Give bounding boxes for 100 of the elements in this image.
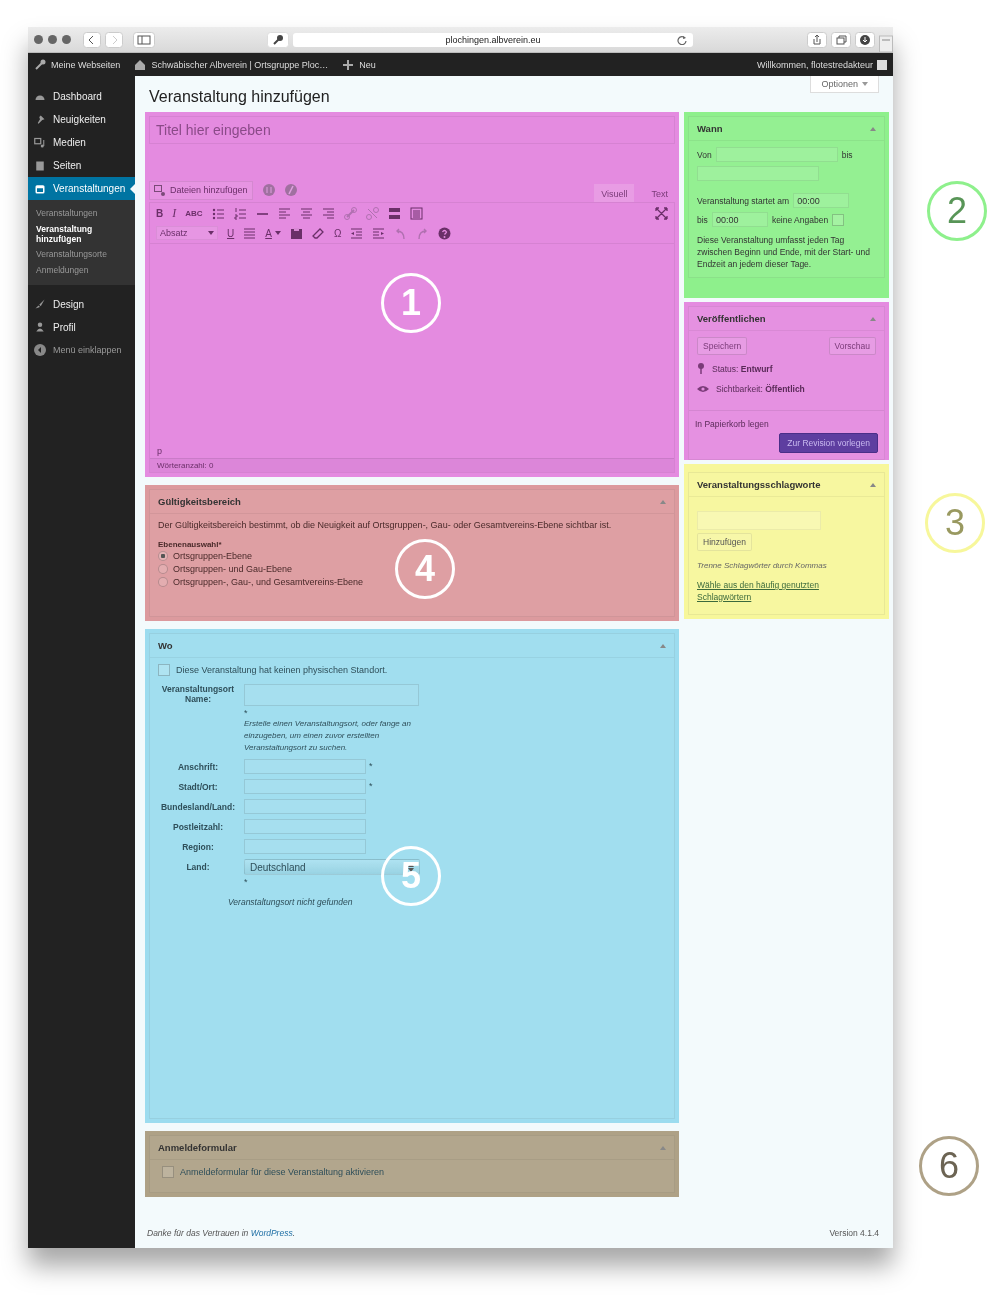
sidebar-item[interactable]: Neuigkeiten [28, 108, 135, 131]
add-media-button[interactable]: Dateien hinzufügen [149, 180, 253, 200]
format-button[interactable]: I [172, 206, 177, 220]
sidebar-item[interactable]: Veranstaltungen [28, 177, 135, 200]
eraser-icon[interactable] [311, 226, 325, 240]
clipboard-icon[interactable] [289, 226, 303, 240]
sidebar-item[interactable]: Dashboard [28, 85, 135, 108]
format-button[interactable]: Ω [333, 226, 342, 240]
hint-text: Trenne Schlagwörter durch Kommas [697, 561, 828, 570]
download-icon[interactable] [855, 31, 875, 48]
justify-icon[interactable] [243, 226, 257, 240]
step-number-marker: 3 [925, 492, 985, 553]
radio-button[interactable] [158, 550, 168, 561]
align-right-icon[interactable] [321, 206, 335, 220]
step-number-marker: 1 [381, 272, 441, 333]
field-label: Veranstaltung startet am [697, 195, 790, 206]
box-title: Veranstaltungsschlagworte [697, 479, 821, 490]
footer-thanks-text: Danke für das Vertrauen in [147, 1228, 250, 1238]
greeting-link[interactable]: Willkommen, flotestredakteur [756, 59, 873, 70]
format-button[interactable]: ABC [185, 206, 203, 220]
checkbox[interactable] [832, 213, 845, 226]
save-draft-button[interactable]: Speichern [697, 337, 748, 355]
radio-button[interactable] [158, 576, 168, 587]
collapse-arrow-icon[interactable] [660, 643, 666, 648]
media-icon [34, 136, 46, 149]
field-label: Von [697, 149, 712, 160]
key-icon[interactable] [267, 31, 289, 48]
submit-review-button[interactable]: Zur Revision vorlegen [779, 433, 878, 453]
page-title: Veranstaltung hinzufügen [149, 88, 330, 106]
submenu-item[interactable]: Veranstaltungsorte [28, 247, 135, 264]
options-button[interactable]: Optionen [810, 76, 879, 93]
user-icon [34, 321, 46, 334]
numbered-list-icon[interactable] [233, 206, 247, 220]
toolbar-link[interactable]: Neu [342, 58, 376, 71]
collapse-arrow-icon[interactable] [660, 1145, 666, 1150]
field-label: keine Angaben [771, 214, 829, 225]
plus-icon [342, 58, 355, 71]
step-number-marker: 5 [381, 846, 441, 906]
version-text: Version 4.1.4 [829, 1228, 879, 1238]
add-tag-button[interactable]: Hinzufügen [697, 533, 752, 551]
status-text: Veranstaltungsort nicht gefunden [228, 897, 354, 907]
tag-cloud-link[interactable]: Wähle aus den häufig genutzten Schlagwörtern [697, 580, 837, 604]
page-icon [34, 159, 46, 172]
checkbox[interactable] [158, 664, 170, 676]
box-title: Veröffentlichen [697, 313, 766, 324]
tabs-icon[interactable] [831, 31, 851, 48]
option-label: Ortsgruppen-Ebene [173, 550, 253, 561]
fullscreen-icon[interactable] [655, 206, 668, 220]
indent-icon[interactable] [372, 226, 386, 240]
radio-button[interactable] [158, 563, 168, 574]
editor-tab[interactable]: Visuell [594, 184, 635, 202]
plugin-icon[interactable] [262, 184, 275, 196]
field-label: Bundesland/Land: [159, 801, 237, 812]
trash-link[interactable]: In Papierkorb legen [695, 419, 769, 429]
sidebar-item[interactable]: Seiten [28, 154, 135, 177]
field-label: Ebenenauswahl* [158, 540, 223, 549]
toolbar-link[interactable]: Schwäbischer Albverein | Ortsgruppe Ploc… [134, 58, 329, 71]
bullet-list-icon[interactable] [211, 206, 225, 220]
format-button[interactable]: A [265, 226, 272, 240]
undo-icon[interactable] [394, 226, 408, 240]
submenu-item[interactable]: Veranstaltungen [28, 206, 135, 222]
format-dropdown[interactable]: Absatz [156, 226, 218, 240]
sidebar-item[interactable]: Design [28, 292, 135, 316]
collapse-arrow-icon[interactable] [870, 316, 876, 321]
align-left-icon[interactable] [277, 206, 291, 220]
outdent-icon[interactable] [350, 226, 364, 240]
box-title: Gültigkeitsbereich [158, 496, 241, 507]
address-bar[interactable]: plochingen.albverein.eu [293, 32, 693, 47]
sidebar-icon[interactable] [133, 31, 155, 48]
preview-button[interactable]: Vorschau [828, 337, 876, 355]
submenu-item[interactable]: Veranstaltung hinzufügen [28, 221, 135, 248]
share-icon[interactable] [807, 31, 827, 48]
sidebar-item[interactable]: Profil [28, 315, 135, 339]
checkbox[interactable] [162, 1166, 174, 1178]
collapse-arrow-icon[interactable] [870, 126, 876, 131]
status-text: Status: Entwurf [712, 363, 773, 374]
collapse-arrow-icon[interactable] [660, 499, 666, 504]
collapse-arrow-icon[interactable] [870, 482, 876, 487]
footer-punctuation: . [292, 1228, 296, 1238]
link-icon[interactable] [343, 206, 357, 220]
help-icon[interactable] [438, 226, 452, 240]
avatar-icon[interactable] [877, 59, 887, 70]
note-text: Diese Veranstaltung umfasst jeden Tag zwischen Beginn und Ende, mit der Start- und Endzeit an jedem dieser Tage. [697, 235, 871, 271]
format-button[interactable]: B [156, 206, 164, 220]
read-more-icon[interactable] [387, 206, 401, 220]
hint-text: Erstelle einen Veranstaltungsort, oder fange an einzugeben, um einen zuvor erstellten Veranstaltungsort zu suchen. [244, 718, 412, 754]
align-center-icon[interactable] [299, 206, 313, 220]
required-mark: * [369, 781, 373, 793]
editor-tab[interactable]: Text [644, 184, 675, 202]
sidebar-item[interactable]: Medien [28, 131, 135, 154]
field-label: Stadt/Ort: [177, 781, 219, 792]
plugin-icon[interactable] [284, 184, 297, 196]
toolbar-link[interactable]: Meine Webseiten [34, 58, 121, 71]
toolbar-toggle-icon[interactable] [409, 206, 423, 220]
unlink-icon[interactable] [365, 206, 379, 220]
collapse-menu-link[interactable]: Menü einklappen [28, 338, 135, 362]
format-button[interactable]: U [227, 226, 235, 240]
caret-icon[interactable] [274, 231, 281, 235]
back-icon[interactable] [83, 31, 101, 48]
submenu-item[interactable]: Anmeldungen [28, 263, 135, 279]
